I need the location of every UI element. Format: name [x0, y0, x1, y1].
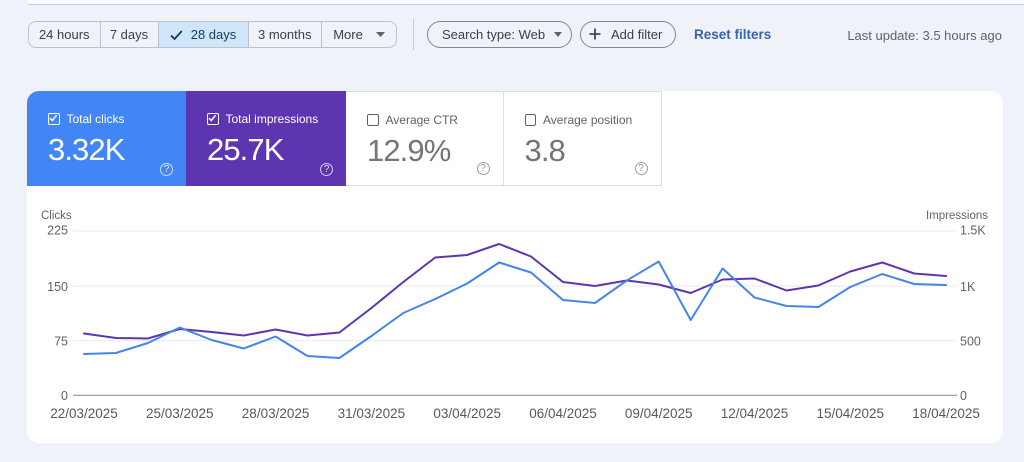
- svg-text:15/04/2025: 15/04/2025: [817, 406, 885, 421]
- svg-text:0: 0: [61, 389, 68, 403]
- svg-text:31/03/2025: 31/03/2025: [338, 406, 406, 421]
- svg-text:22/03/2025: 22/03/2025: [50, 406, 118, 421]
- svg-text:1K: 1K: [960, 280, 976, 294]
- svg-text:09/04/2025: 09/04/2025: [625, 406, 693, 421]
- svg-text:0: 0: [960, 389, 967, 403]
- svg-text:Impressions: Impressions: [926, 210, 988, 222]
- svg-text:18/04/2025: 18/04/2025: [912, 406, 980, 421]
- svg-text:75: 75: [54, 335, 68, 349]
- svg-text:03/04/2025: 03/04/2025: [433, 406, 501, 421]
- svg-text:25/03/2025: 25/03/2025: [146, 406, 214, 421]
- svg-text:500: 500: [960, 335, 981, 349]
- svg-text:225: 225: [47, 224, 68, 238]
- svg-text:06/04/2025: 06/04/2025: [529, 406, 597, 421]
- svg-text:12/04/2025: 12/04/2025: [721, 406, 789, 421]
- svg-text:150: 150: [47, 280, 68, 294]
- svg-text:1.5K: 1.5K: [960, 224, 986, 238]
- svg-text:Clicks: Clicks: [41, 210, 72, 222]
- svg-text:28/03/2025: 28/03/2025: [242, 406, 310, 421]
